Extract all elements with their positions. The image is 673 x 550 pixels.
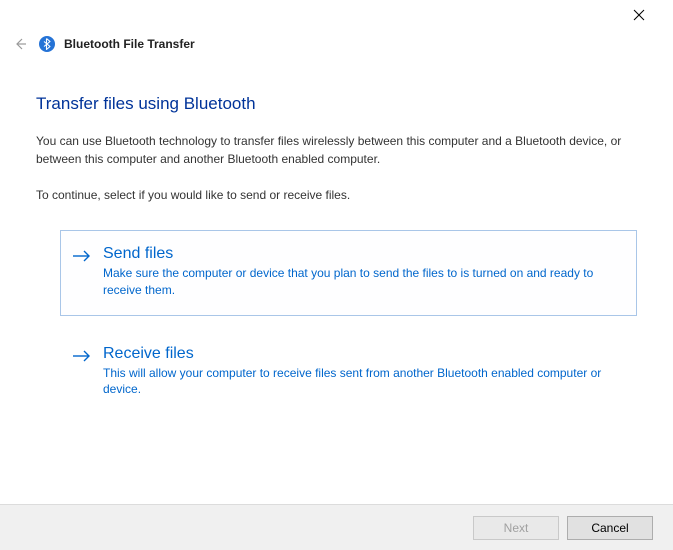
close-button[interactable] xyxy=(619,1,659,29)
option-body: Receive files This will allow your compu… xyxy=(103,345,620,399)
next-button: Next xyxy=(473,516,559,540)
intro-text: You can use Bluetooth technology to tran… xyxy=(36,132,637,168)
window-title: Bluetooth File Transfer xyxy=(64,37,195,51)
option-receive-files[interactable]: Receive files This will allow your compu… xyxy=(60,330,637,416)
option-body: Send files Make sure the computer or dev… xyxy=(103,245,620,299)
cancel-button[interactable]: Cancel xyxy=(567,516,653,540)
option-description: This will allow your computer to receive… xyxy=(103,365,620,399)
content-area: Transfer files using Bluetooth You can u… xyxy=(0,54,673,415)
back-button[interactable] xyxy=(10,34,30,54)
wizard-header: Bluetooth File Transfer xyxy=(0,30,673,54)
arrow-right-icon xyxy=(71,347,93,368)
option-title: Send files xyxy=(103,245,620,263)
close-icon xyxy=(633,9,645,21)
titlebar xyxy=(0,0,673,30)
option-send-files[interactable]: Send files Make sure the computer or dev… xyxy=(60,230,637,316)
options-list: Send files Make sure the computer or dev… xyxy=(36,230,637,415)
instruction-text: To continue, select if you would like to… xyxy=(36,186,637,204)
back-arrow-icon xyxy=(12,36,28,52)
bluetooth-icon xyxy=(38,35,56,53)
page-heading: Transfer files using Bluetooth xyxy=(36,94,637,114)
arrow-right-icon xyxy=(71,247,93,268)
option-description: Make sure the computer or device that yo… xyxy=(103,265,620,299)
option-title: Receive files xyxy=(103,345,620,363)
wizard-footer: Next Cancel xyxy=(0,504,673,550)
